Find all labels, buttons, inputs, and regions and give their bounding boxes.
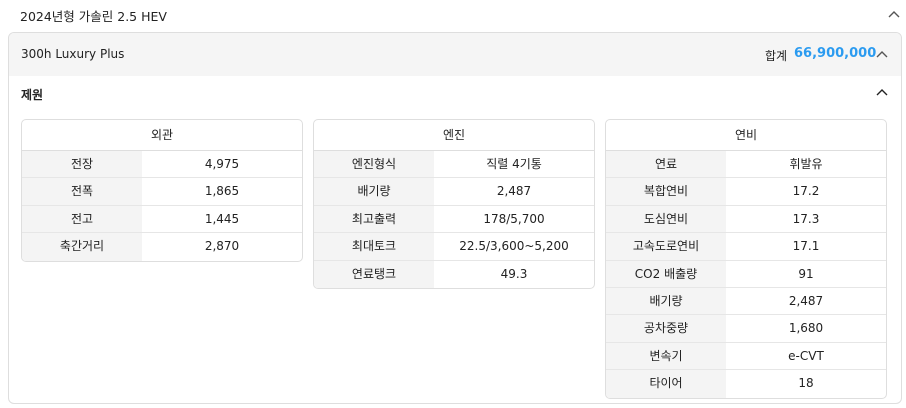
spec-value: 2,487 [496,184,532,199]
total-price: 66,900,000 [794,46,877,61]
table-row: 타이어 18 [606,370,886,398]
spec-label: 최고출력 [314,205,434,233]
spec-value: 18 [798,376,814,391]
spec-value: e-CVT [788,348,824,363]
spec-label: 배기량 [606,287,726,315]
table-row: 엔진형식 직렬 4기통 [314,151,594,179]
spec-label: 최대토크 [314,233,434,260]
trim-card: 300h Luxury Plus 합계 66,900,000 제원 외관 전장 … [8,32,902,404]
table-row: 고속도로연비 17.1 [606,233,886,261]
chevron-up-icon[interactable] [875,47,889,61]
spec-label: 도심연비 [606,205,726,233]
table-row: 복합연비 17.2 [606,178,886,206]
spec-label: 변속기 [606,342,726,370]
table-row: 전장 4,975 [22,151,302,179]
spec-value: 49.3 [500,266,528,281]
spec-value: 1,680 [788,321,824,336]
table-row: 공차중량 1,680 [606,315,886,343]
chevron-up-icon[interactable] [875,85,889,99]
section-title-specs: 제원 [21,88,44,102]
spec-label: 타이어 [606,370,726,398]
spec-value: 2,870 [204,239,240,254]
table-row: 최대토크 22.5/3,600~5,200 [314,233,594,261]
spec-value: 1,445 [204,211,240,226]
spec-label: 전고 [22,205,142,233]
spec-label: CO2 배출량 [606,260,726,287]
model-accordion-header[interactable]: 2024년형 가솔린 2.5 HEV [0,0,906,28]
total-label: 합계 [765,49,788,63]
table-row: 연료 휘발유 [606,151,886,179]
spec-table-engine: 엔진 엔진형식 직렬 4기통 배기량 2,487 최고출력 178/5,700 … [313,119,595,289]
spec-value: 17.1 [792,239,820,254]
spec-table-title: 외관 [22,120,302,151]
table-row: 연료탱크 49.3 [314,260,594,288]
table-row: 배기량 2,487 [606,287,886,316]
spec-table-fuel-economy: 연비 연료 휘발유 복합연비 17.2 도심연비 17.3 고속도로연비 17.… [605,119,887,399]
spec-label: 축간거리 [22,233,142,261]
spec-value: 22.5/3,600~5,200 [459,239,569,254]
table-row: CO2 배출량 91 [606,260,886,288]
spec-label: 고속도로연비 [606,233,726,260]
spec-label: 연료탱크 [314,260,434,288]
spec-label: 전폭 [22,178,142,205]
spec-value: 17.3 [792,211,820,226]
spec-table-title: 엔진 [314,120,594,151]
spec-value: 91 [798,266,814,281]
spec-label: 연료 [606,151,726,178]
trim-accordion-header[interactable]: 300h Luxury Plus 합계 66,900,000 [9,33,901,76]
table-row: 최고출력 178/5,700 [314,205,594,234]
spec-table-exterior: 외관 전장 4,975 전폭 1,865 전고 1,445 축간거리 2,870 [21,119,303,262]
table-row: 도심연비 17.3 [606,205,886,234]
table-row: 변속기 e-CVT [606,342,886,371]
spec-label: 엔진형식 [314,151,434,178]
spec-table-title: 연비 [606,120,886,151]
trim-name: 300h Luxury Plus [21,47,125,61]
table-row: 전고 1,445 [22,205,302,234]
table-row: 축간거리 2,870 [22,233,302,261]
spec-value: 4,975 [204,157,240,171]
spec-value: 1,865 [204,184,240,199]
table-row: 배기량 2,487 [314,178,594,206]
spec-value: 178/5,700 [483,211,545,226]
spec-value: 17.2 [792,184,820,199]
spec-label: 공차중량 [606,315,726,342]
chevron-up-icon[interactable] [887,7,901,21]
table-row: 전폭 1,865 [22,178,302,206]
spec-value: 직렬 4기통 [486,157,542,171]
spec-value: 휘발유 [789,157,823,171]
spec-label: 배기량 [314,178,434,205]
model-title: 2024년형 가솔린 2.5 HEV [20,9,167,24]
spec-value: 2,487 [788,293,824,308]
spec-label: 복합연비 [606,178,726,205]
spec-label: 전장 [22,151,142,178]
